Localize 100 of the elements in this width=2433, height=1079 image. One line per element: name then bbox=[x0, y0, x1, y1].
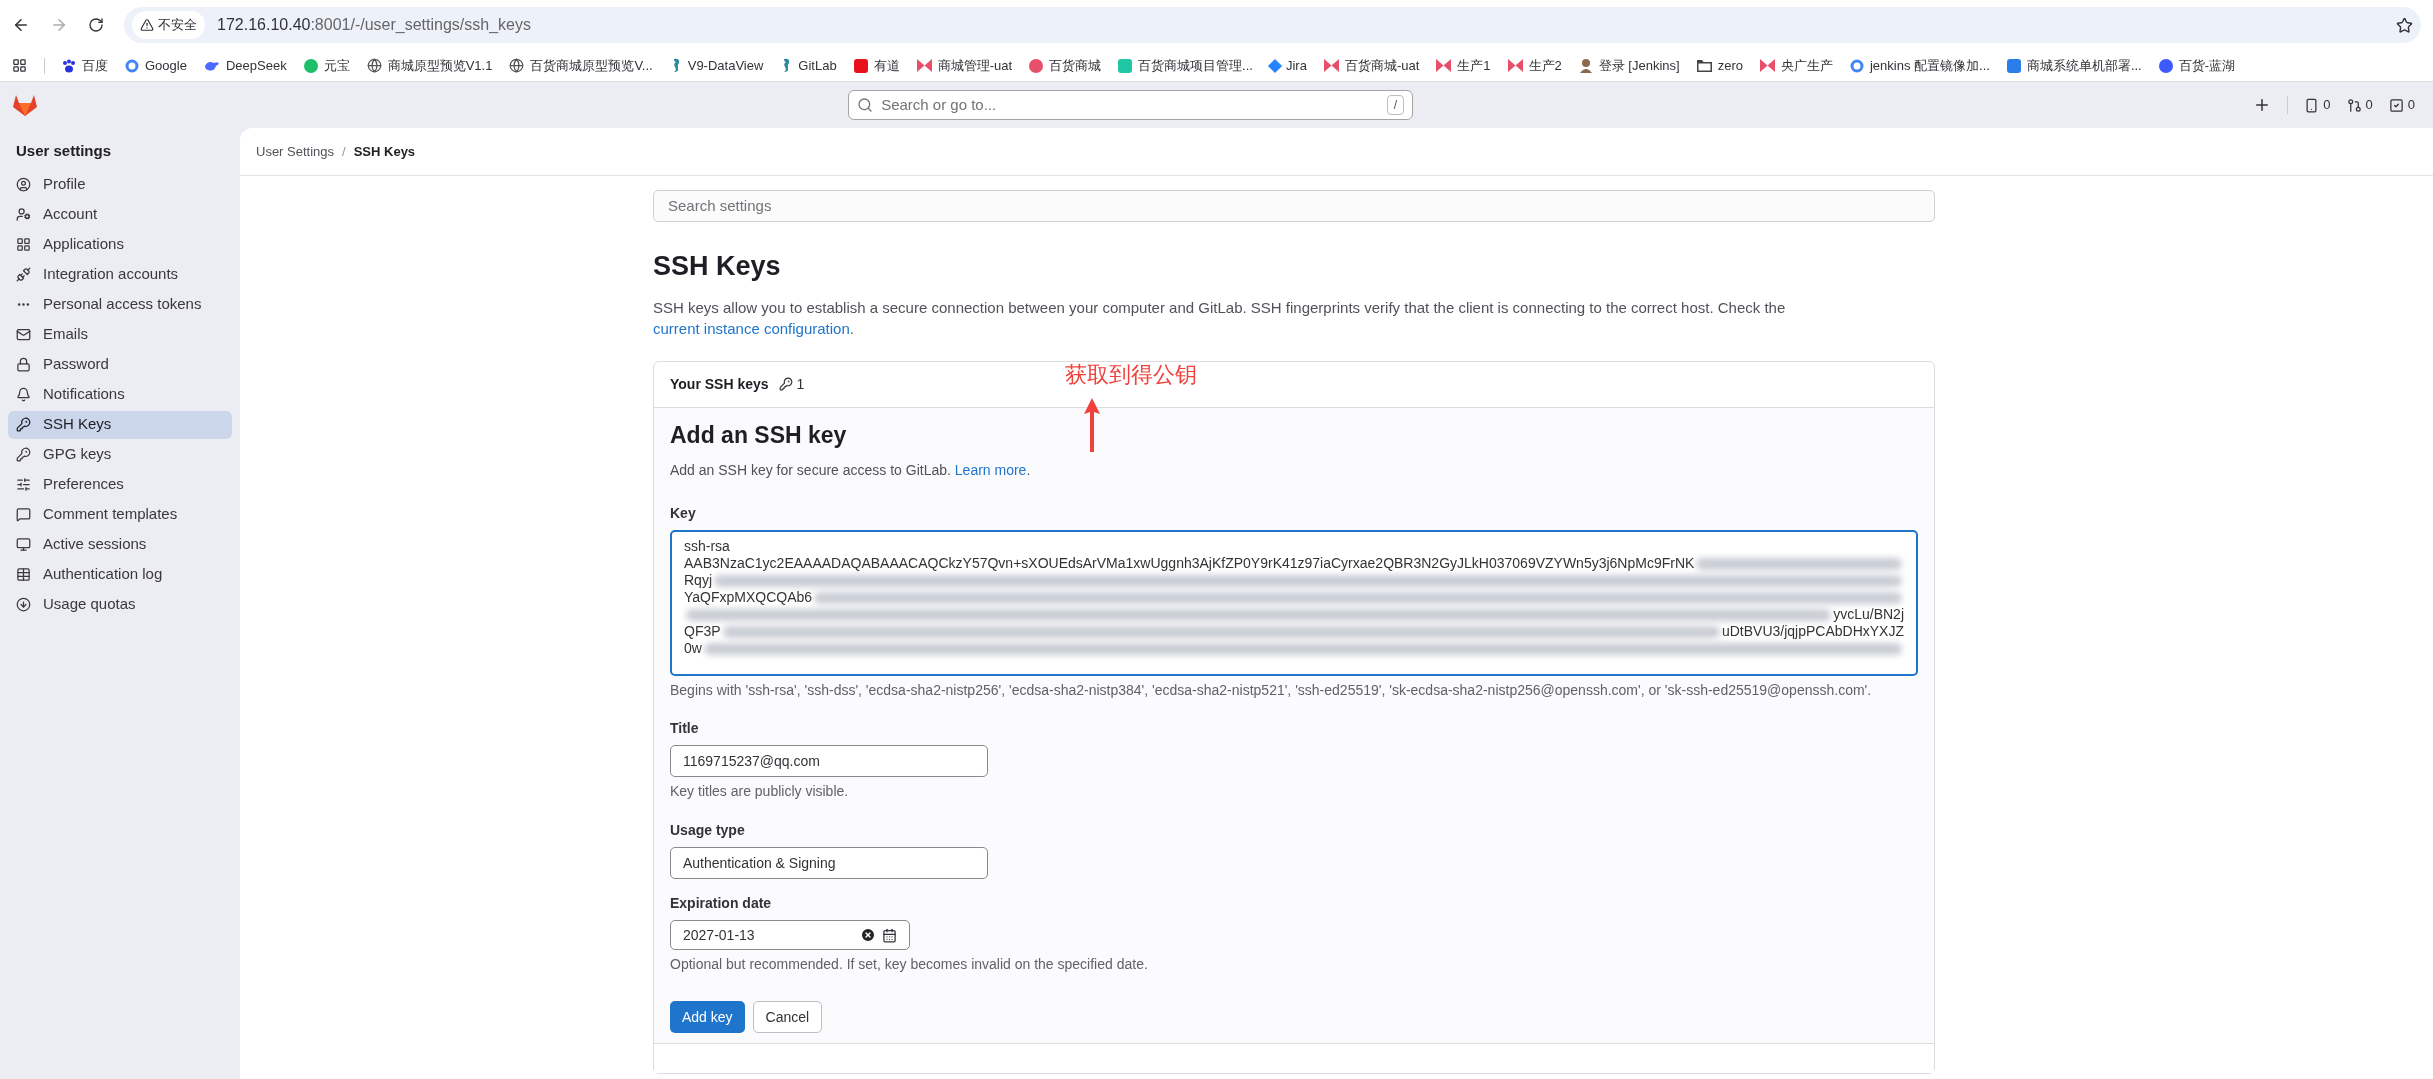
shortcut-key: / bbox=[1386, 95, 1405, 115]
bookmark[interactable]: 生产2 bbox=[1507, 55, 1562, 76]
sidebar-item[interactable]: Authentication log bbox=[8, 560, 232, 589]
field-label: Usage type bbox=[670, 821, 746, 840]
search-placeholder: Search or go to... bbox=[881, 94, 998, 115]
bookmark[interactable]: 百货商城项目管理... bbox=[1118, 55, 1253, 76]
key-text: AAB3NzaC1yc2EAAAADAQABAAACAQCkzY57Qvn+sXOUEdsArVMa1xwUggnh3AjKfZP0Y9rK41z97iaCyrxae2QBR3N2GyJLkH037069VZYWn5y3j6NpMc9FrNK bbox=[684, 555, 1695, 572]
bookmark[interactable]: 央广生产 bbox=[1759, 55, 1833, 76]
bookmark[interactable]: Jira bbox=[1269, 55, 1307, 76]
phone-icon bbox=[2304, 97, 2320, 113]
bookmark[interactable]: 商城系统单机部署... bbox=[2006, 55, 2142, 76]
reload-icon[interactable] bbox=[88, 17, 104, 33]
field-label: Key bbox=[670, 504, 697, 523]
bookmark[interactable]: zero bbox=[1696, 55, 1743, 76]
key-text: ssh-rsa bbox=[684, 538, 730, 554]
breadcrumb-separator: / bbox=[342, 142, 346, 161]
lock-icon bbox=[16, 357, 31, 372]
sidebar-item[interactable]: Profile bbox=[8, 170, 232, 199]
bookmark[interactable]: 商城管理-uat bbox=[916, 55, 1013, 76]
sidebar-item[interactable]: GPG keys bbox=[8, 440, 232, 469]
key-text: 0w bbox=[684, 640, 702, 657]
expiration-date-field[interactable]: 2027-01-13 bbox=[670, 920, 910, 950]
bookmark[interactable]: V9-DataView bbox=[669, 55, 764, 76]
add-key-button[interactable]: Add key bbox=[670, 1001, 745, 1033]
bookmark[interactable]: 元宝 bbox=[303, 55, 350, 76]
sidebar-item[interactable]: Integration accounts bbox=[8, 260, 232, 289]
bookmark[interactable]: 百度 bbox=[62, 55, 108, 76]
sidebar-item[interactable]: Emails bbox=[8, 320, 232, 349]
key-count: 1 bbox=[778, 373, 805, 395]
counter-button[interactable]: 0 bbox=[2304, 95, 2331, 115]
mail-icon bbox=[16, 327, 31, 342]
user-icon bbox=[16, 177, 31, 192]
bookmark[interactable]: GitLab bbox=[780, 55, 837, 76]
key-text: yvcLu/BN2j bbox=[1833, 606, 1904, 623]
key-textarea[interactable]: ssh-rsa AAB3NzaC1yc2EAAAADAQABAAACAQCkzY57Qvn+sXOUEdsArVMa1xwUggnh3AjKfZP0Y9rK41z97iaCyrxae2QBR3N2GyJLkH037069VZYWn5y3j6NpMc9FrNK Rqyj YaQFxpMXQCQAb6 yvcLu/BN2j QF3P uDtBVU3/jqjpPCAbDHxYXJZ 0w bbox=[670, 530, 1918, 676]
sidebar-item[interactable]: SSH Keys bbox=[8, 410, 232, 439]
bookmark[interactable]: 有道 bbox=[853, 55, 900, 76]
search-icon bbox=[857, 97, 874, 113]
apps-icon[interactable] bbox=[12, 58, 27, 73]
cancel-button[interactable]: Cancel bbox=[752, 1001, 823, 1033]
url-text: 172.16.10.40:8001/-/user_settings/ssh_keys bbox=[217, 15, 531, 35]
download-circle-icon bbox=[16, 597, 31, 612]
sidebar-item[interactable]: Comment templates bbox=[8, 500, 232, 529]
page-intro: SSH keys allow you to establish a secure connection between your computer and GitLab. SSH fingerprints verify that the client is connecting to the correct host. Check the current instance configuration. bbox=[653, 297, 1787, 339]
comment-icon bbox=[16, 507, 31, 522]
bookmark[interactable]: DeepSeek bbox=[203, 55, 287, 76]
bookmark[interactable]: 百货-蓝湖 bbox=[2158, 55, 2236, 76]
fox-logo-icon[interactable] bbox=[12, 93, 38, 117]
bookmark[interactable]: jenkins 配置镜像加... bbox=[1849, 55, 1990, 76]
address-bar[interactable]: 不安全 172.16.10.40:8001/-/user_settings/ssh_keys bbox=[124, 7, 2421, 43]
bookmark[interactable]: 百货商城 bbox=[1029, 55, 1102, 76]
usage-type-select[interactable]: Authentication & Signing bbox=[670, 847, 988, 879]
table-icon bbox=[16, 567, 31, 582]
card-header-title: Your SSH keys bbox=[670, 374, 769, 394]
key-text: QF3P bbox=[684, 623, 721, 640]
bookmark[interactable]: Google bbox=[125, 55, 187, 76]
form-intro: Add an SSH key for secure access to GitLab. Learn more. bbox=[670, 461, 1032, 480]
clear-icon[interactable] bbox=[860, 927, 876, 943]
bookmark[interactable]: 百货商城-uat bbox=[1323, 55, 1420, 76]
instance-configuration-link[interactable]: current instance configuration bbox=[653, 319, 850, 337]
sidebar-item[interactable]: Preferences bbox=[8, 470, 232, 499]
sidebar-item[interactable]: Applications bbox=[8, 230, 232, 259]
bookmark[interactable]: 生产1 bbox=[1436, 55, 1491, 76]
merge-request-icon bbox=[2346, 97, 2362, 113]
sidebar-item[interactable]: Usage quotas bbox=[8, 590, 232, 619]
key-text: Rqyj bbox=[684, 572, 712, 589]
breadcrumb-link[interactable]: User Settings bbox=[256, 141, 335, 162]
page-title: SSH Keys bbox=[653, 250, 782, 283]
title-help: Key titles are publicly visible. bbox=[670, 782, 850, 801]
learn-more-link[interactable]: Learn more bbox=[954, 462, 1027, 478]
sidebar-item[interactable]: Password bbox=[8, 350, 232, 379]
title-input[interactable]: 1169715237@qq.com bbox=[670, 745, 988, 777]
calendar-icon[interactable] bbox=[882, 927, 897, 943]
breadcrumb-link[interactable]: SSH Keys bbox=[353, 141, 416, 162]
form-title: Add an SSH key bbox=[670, 420, 847, 450]
annotation-text: 获取到得公钥 bbox=[1065, 361, 1197, 389]
back-icon[interactable] bbox=[12, 16, 30, 34]
sidebar-item[interactable]: Account bbox=[8, 200, 232, 229]
sidebar-item[interactable]: Notifications bbox=[8, 380, 232, 409]
key-icon bbox=[16, 417, 31, 432]
counter-button[interactable]: 0 bbox=[2346, 95, 2373, 115]
counter-button[interactable]: 0 bbox=[2388, 95, 2415, 115]
bookmark-star-icon[interactable] bbox=[2396, 16, 2413, 34]
search-settings-field[interactable]: Search settings bbox=[653, 190, 1935, 222]
bookmark[interactable]: 登录 [Jenkins] bbox=[1578, 55, 1680, 76]
expiration-help: Optional but recommended. If set, key becomes invalid on the specified date. bbox=[670, 955, 1149, 974]
bookmark[interactable]: 百货商城原型预览V... bbox=[509, 55, 653, 76]
key-help: Begins with 'ssh-rsa', 'ssh-dss', 'ecdsa-sha2-nistp256', 'ecdsa-sha2-nistp384', 'ecdsa-sha2-nistp521', 'ssh-ed25519', 'sk-ecdsa-sha2-nistp256@openssh.com', or 'sk-ssh-ed25519@openssh.com'. bbox=[670, 681, 1873, 700]
key-icon bbox=[16, 447, 31, 462]
sliders-icon bbox=[16, 477, 31, 492]
search-field[interactable]: Search or go to... / bbox=[848, 90, 1414, 120]
account-icon bbox=[16, 207, 31, 222]
monitor-icon bbox=[16, 537, 31, 552]
sidebar-item[interactable]: Active sessions bbox=[8, 530, 232, 559]
bookmark[interactable]: 商城原型预览V1.1 bbox=[366, 55, 493, 76]
security-chip[interactable]: 不安全 bbox=[132, 11, 205, 39]
bell-icon bbox=[16, 387, 31, 402]
warning-icon bbox=[140, 18, 154, 32]
sidebar-item[interactable]: Personal access tokens bbox=[8, 290, 232, 319]
security-label: 不安全 bbox=[158, 16, 197, 35]
